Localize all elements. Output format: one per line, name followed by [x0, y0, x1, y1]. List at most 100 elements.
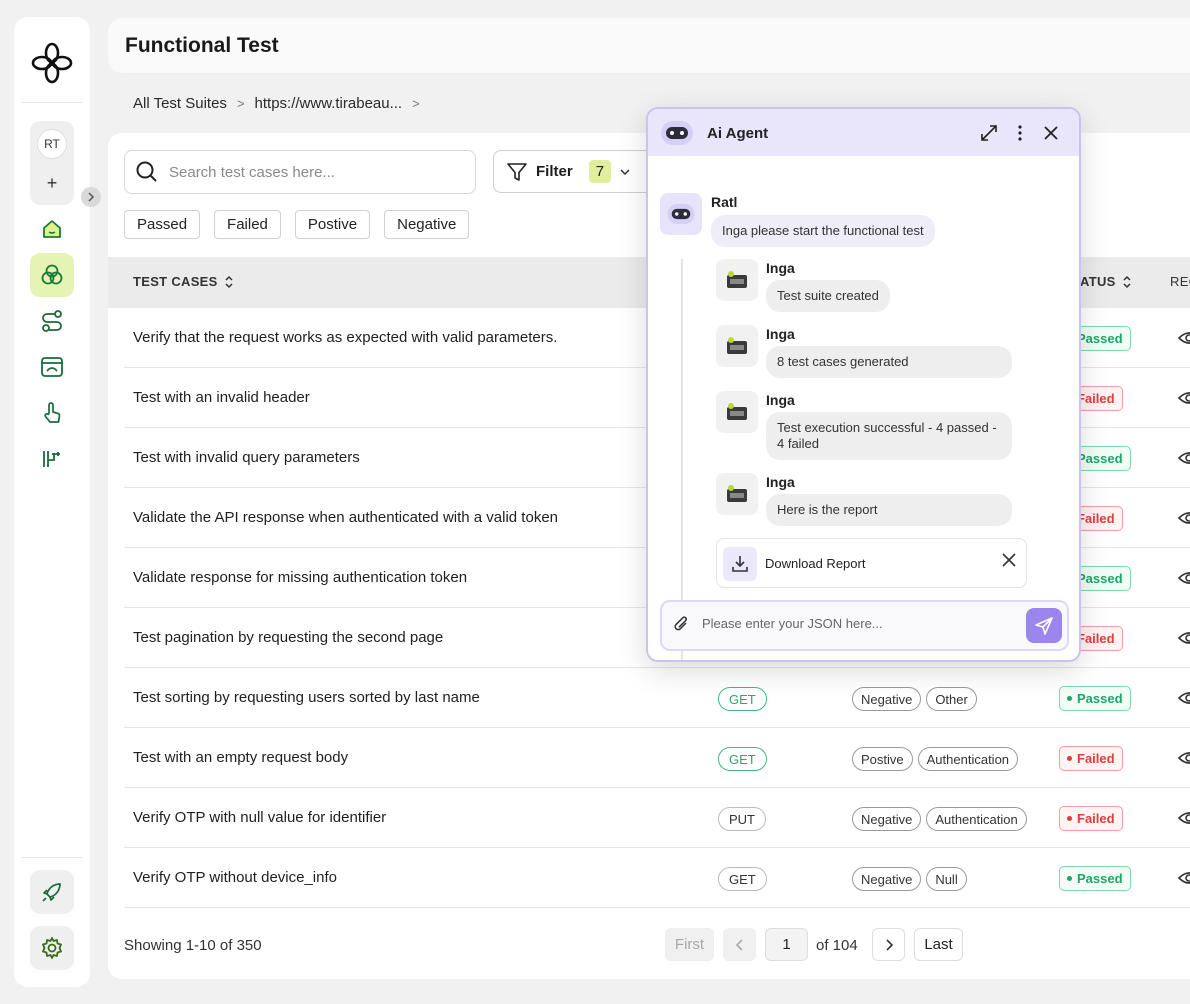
prev-page-button[interactable]: [723, 928, 756, 961]
status-badge: Passed: [1059, 686, 1131, 711]
api-icon[interactable]: [30, 345, 74, 389]
inga-avatar-icon: [716, 473, 758, 515]
breadcrumb-item-url[interactable]: https://www.tirabeau...: [255, 95, 403, 112]
last-page-button[interactable]: Last: [914, 928, 963, 961]
chevron-right-icon: [885, 938, 893, 951]
test-case-name: Verify that the request works as expecte…: [133, 329, 558, 346]
tag: Authentication: [917, 747, 1019, 771]
sort-icon: [1123, 275, 1131, 288]
workspace-avatar[interactable]: RT: [37, 129, 67, 159]
message-sender: Inga: [766, 392, 795, 408]
download-report-card[interactable]: Download Report: [716, 538, 1027, 588]
message-sender: Inga: [766, 326, 795, 342]
add-workspace-button[interactable]: +: [30, 168, 74, 198]
tag: Authentication: [926, 807, 1027, 831]
column-header-test-cases[interactable]: TEST CASES: [133, 274, 234, 289]
inga-avatar-icon: [716, 325, 758, 367]
flows-icon[interactable]: [30, 299, 74, 343]
test-case-name: Test with an empty request body: [133, 749, 349, 766]
first-page-button[interactable]: First: [665, 928, 714, 961]
test-case-name: Verify OTP without device_info: [133, 869, 337, 886]
eye-icon[interactable]: [1178, 808, 1190, 828]
send-icon: [1035, 616, 1053, 635]
showing-count: Showing 1-10 of 350: [124, 937, 262, 954]
method-badge: GET: [718, 867, 767, 891]
chat-input-bar: [660, 600, 1069, 651]
app-logo-icon[interactable]: [30, 41, 74, 85]
tag: Negative: [852, 867, 922, 891]
table-row[interactable]: Verify OTP without device_info GET Negat…: [124, 848, 1190, 908]
gear-icon[interactable]: [30, 926, 74, 970]
column-header-request[interactable]: REC: [1170, 274, 1190, 289]
close-icon[interactable]: [1040, 122, 1062, 144]
table-row[interactable]: Verify OTP with null value for identifie…: [124, 788, 1190, 848]
tap-icon[interactable]: [30, 391, 74, 435]
test-case-name: Validate response for missing authentica…: [133, 569, 468, 586]
tag: Null: [926, 867, 967, 891]
status-badge: Passed: [1059, 866, 1131, 891]
page-total: of 104: [816, 937, 858, 954]
column-header-status[interactable]: ATUS: [1080, 274, 1132, 289]
search-icon: [136, 161, 157, 182]
send-button[interactable]: [1026, 608, 1062, 643]
eye-icon[interactable]: [1178, 688, 1190, 708]
home-icon[interactable]: [30, 207, 74, 251]
eye-icon[interactable]: [1178, 508, 1190, 528]
eye-icon[interactable]: [1178, 448, 1190, 468]
test-case-name: Verify OTP with null value for identifie…: [133, 809, 387, 826]
page-header: Functional Test: [108, 18, 1190, 73]
chip-failed[interactable]: Failed: [214, 210, 281, 239]
eye-icon[interactable]: [1178, 568, 1190, 588]
sort-icon: [225, 275, 233, 288]
inga-avatar-icon: [716, 391, 758, 433]
expand-icon[interactable]: [978, 122, 1000, 144]
filter-button[interactable]: Filter 7: [493, 150, 663, 193]
chat-title: Ai Agent: [707, 125, 769, 142]
chevron-right-icon: >: [236, 96, 245, 111]
eye-icon[interactable]: [1178, 328, 1190, 348]
eye-icon[interactable]: [1178, 628, 1190, 648]
table-row[interactable]: Test sorting by requesting users sorted …: [124, 668, 1190, 728]
method-badge: GET: [718, 747, 767, 771]
eye-icon[interactable]: [1178, 868, 1190, 888]
breadcrumb-item-all-suites[interactable]: All Test Suites: [133, 95, 227, 112]
close-icon[interactable]: [1002, 553, 1016, 567]
rocket-icon[interactable]: [30, 870, 74, 914]
attachment-icon[interactable]: [672, 615, 692, 635]
chip-postive[interactable]: Postive: [294, 210, 371, 239]
suites-icon[interactable]: [30, 253, 74, 297]
sidebar-collapse-button[interactable]: [81, 187, 101, 207]
filter-chips: Passed Failed Postive Negative: [124, 210, 470, 239]
sidebar: RT +: [14, 17, 90, 987]
tag-list: Negative Other: [852, 687, 977, 711]
message-sender: Ratl: [711, 194, 738, 210]
sidebar-divider: [22, 857, 82, 858]
download-icon: [723, 547, 757, 581]
test-case-name: Test sorting by requesting users sorted …: [133, 689, 480, 706]
eye-icon[interactable]: [1178, 388, 1190, 408]
pipeline-icon[interactable]: [30, 437, 74, 481]
table-row[interactable]: Test with an empty request body GET Post…: [124, 728, 1190, 788]
agent-avatar-icon: [660, 120, 694, 151]
inga-avatar-icon: [716, 259, 758, 301]
chat-message-input[interactable]: [702, 616, 1012, 631]
breadcrumb: All Test Suites > https://www.tirabeau..…: [133, 95, 420, 112]
status-badge: Failed: [1059, 746, 1123, 771]
message-sender: Inga: [766, 474, 795, 490]
test-case-name: Test with an invalid header: [133, 389, 310, 406]
page-title: Functional Test: [125, 34, 279, 57]
chevron-right-icon: >: [412, 96, 420, 111]
next-page-button[interactable]: [872, 928, 905, 961]
filter-icon: [507, 162, 527, 181]
page-number-input[interactable]: 1: [765, 928, 808, 961]
sidebar-divider: [22, 102, 82, 103]
message-bubble: Here is the report: [766, 494, 1012, 526]
column-header-label: TEST CASES: [133, 274, 218, 289]
search-input[interactable]: [169, 163, 459, 181]
chip-passed[interactable]: Passed: [124, 210, 201, 239]
eye-icon[interactable]: [1178, 748, 1190, 768]
test-case-name: Test pagination by requesting the second…: [133, 629, 444, 646]
more-options-icon[interactable]: [1009, 122, 1031, 144]
chip-negative[interactable]: Negative: [384, 210, 470, 239]
tag: Negative: [852, 807, 922, 831]
